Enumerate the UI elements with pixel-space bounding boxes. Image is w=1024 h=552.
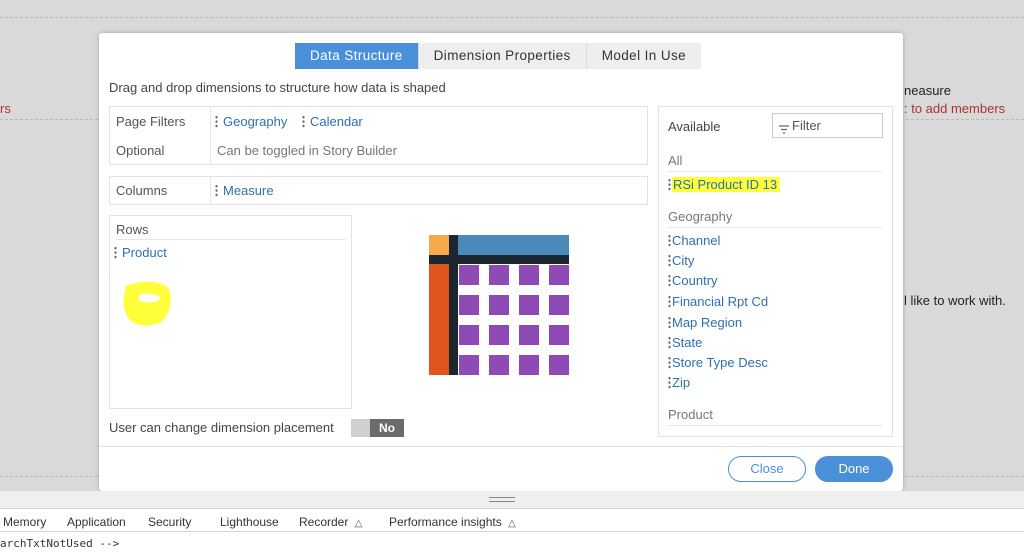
toggle-state-label: No [370,419,404,437]
optional-hint: Can be toggled in Story Builder [217,143,397,158]
dimension-placement-toggle[interactable]: No [351,419,404,437]
toggle-track [351,419,370,437]
dimension-placement-label: User can change dimension placement [109,420,334,435]
resize-grip-icon[interactable] [489,497,515,502]
background-heading-fragment: neasure [904,83,951,98]
devtools-tab-bar: Memory Application Security Lighthouse R… [0,509,1024,532]
row-product-chip[interactable]: Product [114,245,167,260]
available-item-state[interactable]: State [668,335,702,350]
data-structure-dialog: Data Structure Dimension Properties Mode… [99,33,903,491]
drag-handle-icon[interactable] [215,184,218,197]
available-item-city[interactable]: City [668,253,694,268]
drag-handle-icon[interactable] [668,376,671,389]
columns-divider [210,177,211,204]
available-title: Available [668,119,721,134]
page-filters-label: Page Filters [116,114,186,129]
filter-placeholder: Filter [792,118,821,133]
crosstab-layout-illustration [429,235,569,375]
drag-handle-icon[interactable] [668,316,671,329]
background-sentence-fragment: l like to work with. [904,293,1006,308]
group-divider [668,227,882,228]
optional-label: Optional [116,143,165,158]
devtools-resize-bar[interactable] [0,491,1024,509]
group-all-label: All [668,153,683,168]
filter-icon [779,121,789,134]
available-item-financial-rpt-cd[interactable]: Financial Rpt Cd [668,294,768,309]
devtools-tab-memory[interactable]: Memory [3,515,46,529]
rows-divider [116,239,346,240]
available-item-map-region[interactable]: Map Region [668,315,742,330]
available-item-zip[interactable]: Zip [668,375,690,390]
background-divider [0,17,1024,18]
available-item-rsi-product-id[interactable]: RSi Product ID 13 [668,177,781,192]
drag-handle-icon[interactable] [114,246,117,259]
available-item-store-type-desc[interactable]: Store Type Desc [668,355,768,370]
done-button[interactable]: Done [815,456,893,482]
devtools-code-line: archTxtNotUsed --> [0,537,120,550]
group-product-label: Product [668,407,713,422]
drag-handle-icon[interactable] [668,274,671,287]
rows-box: Rows Product [109,215,352,409]
background-add-members-link[interactable]: : to add members [904,101,1005,116]
devtools-tab-performance-insights[interactable]: Performance insights △ [389,515,516,529]
instructions-text: Drag and drop dimensions to structure ho… [109,80,446,95]
group-divider [668,425,882,426]
devtools-tab-lighthouse[interactable]: Lighthouse [220,515,279,529]
filter-input[interactable]: Filter [772,113,883,138]
tab-model-in-use[interactable]: Model In Use [586,43,702,69]
drag-handle-icon[interactable] [302,115,305,128]
available-item-country[interactable]: Country [668,273,718,288]
drag-handle-icon[interactable] [215,115,218,128]
rows-label: Rows [116,222,149,237]
group-divider [668,171,882,172]
devtools-tab-recorder[interactable]: Recorder △ [299,515,362,529]
group-geography-label: Geography [668,209,733,224]
devtools-tab-application[interactable]: Application [67,515,126,529]
page-filters-box: Page Filters Geography Calendar Optional… [109,106,648,165]
devtools-panel: Memory Application Security Lighthouse R… [0,491,1024,552]
highlighter-scribble-mark [123,281,171,326]
tab-data-structure[interactable]: Data Structure [295,43,419,69]
background-link-fragment: rs [0,101,11,116]
drag-handle-icon[interactable] [668,295,671,308]
drag-handle-icon[interactable] [668,234,671,247]
drag-handle-icon[interactable] [668,178,671,191]
close-button[interactable]: Close [728,456,806,482]
footer-divider [99,446,903,447]
devtools-tab-security[interactable]: Security [148,515,191,529]
available-dimensions-panel: Available Filter All RSi Product ID 13 G… [658,106,893,437]
dialog-tabs: Data Structure Dimension Properties Mode… [295,43,702,69]
drag-handle-icon[interactable] [668,356,671,369]
drag-handle-icon[interactable] [668,336,671,349]
page-filter-calendar-chip[interactable]: Calendar [302,114,363,129]
page-filters-divider [210,107,211,164]
column-measure-chip[interactable]: Measure [215,183,274,198]
drag-handle-icon[interactable] [668,254,671,267]
page-filter-geography-chip[interactable]: Geography [215,114,287,129]
experiment-flask-icon: △ [354,518,363,529]
columns-box: Columns Measure [109,176,648,205]
available-item-channel[interactable]: Channel [668,233,720,248]
experiment-flask-icon: △ [508,518,516,529]
columns-label: Columns [116,183,168,198]
tab-dimension-properties[interactable]: Dimension Properties [418,43,587,69]
